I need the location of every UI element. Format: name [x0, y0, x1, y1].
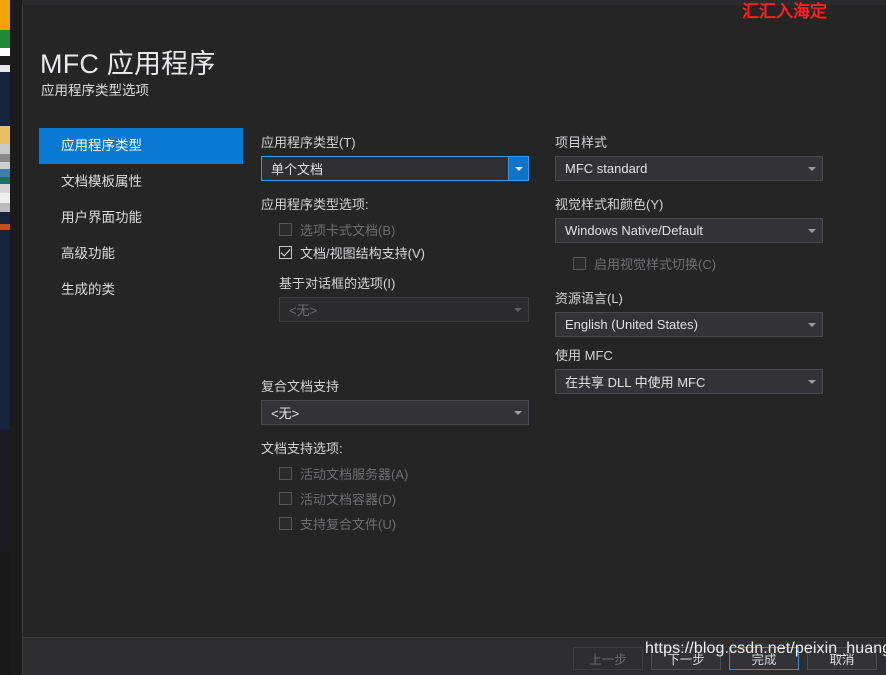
checkbox-document-view-architecture[interactable]: 文档/视图结构支持(V): [279, 241, 529, 264]
checkbox-active-document-container-label: 活动文档容器(D): [300, 492, 397, 507]
checkbox-active-document-container[interactable]: 活动文档容器(D): [279, 487, 529, 510]
sidebar-item-advanced-features[interactable]: 高级功能: [39, 236, 243, 272]
resource-language-label: 资源语言(L): [555, 291, 623, 306]
checkbox-document-view-label: 文档/视图结构支持(V): [300, 246, 425, 261]
left-options-pane: 应用程序类型(T) 单个文档 应用程序类型选项: 选项卡式文档(B) 文档/视图…: [261, 132, 529, 535]
compound-document-support-label: 复合文档支持: [261, 379, 340, 394]
chevron-down-icon[interactable]: [802, 313, 822, 336]
project-style-combobox[interactable]: MFC standard: [555, 156, 823, 181]
sidebar-item-application-type[interactable]: 应用程序类型: [39, 128, 243, 164]
visual-style-label: 视觉样式和颜色(Y): [555, 197, 664, 212]
dialog-based-options-label: 基于对话框的选项(I): [279, 276, 396, 291]
chevron-down-icon[interactable]: [508, 401, 528, 424]
page-title: MFC 应用程序: [40, 49, 216, 79]
use-mfc-label: 使用 MFC: [555, 348, 613, 363]
document-support-options-label: 文档支持选项:: [261, 441, 343, 456]
checkbox-box-icon: [573, 257, 586, 270]
back-button[interactable]: 上一步: [573, 647, 643, 670]
chevron-down-icon[interactable]: [508, 157, 528, 180]
application-type-value: 单个文档: [271, 162, 324, 177]
checkbox-compound-files-label: 支持复合文件(U): [300, 517, 397, 532]
project-style-value: MFC standard: [565, 161, 648, 176]
application-type-options-label: 应用程序类型选项:: [261, 197, 369, 212]
chevron-down-icon[interactable]: [802, 219, 822, 242]
visual-style-value: Windows Native/Default: [565, 223, 703, 238]
chevron-down-icon[interactable]: [802, 157, 822, 180]
right-options-pane: 项目样式 MFC standard 视觉样式和颜色(Y) Windows Nat…: [555, 132, 823, 394]
chevron-down-icon[interactable]: [802, 370, 822, 393]
sidebar-item-document-template-properties[interactable]: 文档模板属性: [39, 164, 243, 200]
checkbox-checked-icon: [279, 246, 292, 259]
checkbox-active-document-server-label: 活动文档服务器(A): [300, 467, 409, 482]
dialog-based-options-value: <无>: [289, 303, 318, 318]
screen: MFC 应用程序 应用程序类型选项 应用程序类型 文档模板属性 用户界面功能 高…: [0, 0, 886, 675]
checkbox-box-icon: [279, 517, 292, 530]
checkbox-active-document-server[interactable]: 活动文档服务器(A): [279, 462, 529, 485]
dialog-based-options-combobox[interactable]: <无>: [279, 297, 529, 322]
checkbox-tabbed-document-label: 选项卡式文档(B): [300, 223, 396, 238]
background-window-sliver: [0, 0, 10, 675]
checkbox-box-icon: [279, 223, 292, 236]
page-subtitle: 应用程序类型选项: [41, 83, 149, 98]
checkbox-box-icon: [279, 467, 292, 480]
wizard-sidebar: 应用程序类型 文档模板属性 用户界面功能 高级功能 生成的类: [39, 128, 243, 308]
sidebar-item-user-interface-features[interactable]: 用户界面功能: [39, 200, 243, 236]
chevron-down-icon[interactable]: [508, 298, 528, 321]
checkbox-tabbed-document[interactable]: 选项卡式文档(B): [279, 218, 529, 241]
checkbox-box-icon: [279, 492, 292, 505]
project-style-label: 项目样式: [555, 135, 608, 150]
use-mfc-value: 在共享 DLL 中使用 MFC: [565, 375, 706, 390]
compound-document-support-value: <无>: [271, 406, 300, 421]
red-overlay-text: 汇汇入海定: [742, 2, 827, 21]
mfc-wizard-dialog: MFC 应用程序 应用程序类型选项 应用程序类型 文档模板属性 用户界面功能 高…: [22, 0, 886, 675]
checkbox-compound-files[interactable]: 支持复合文件(U): [279, 512, 529, 535]
resource-language-combobox[interactable]: English (United States): [555, 312, 823, 337]
application-type-combobox[interactable]: 单个文档: [261, 156, 529, 181]
visual-style-combobox[interactable]: Windows Native/Default: [555, 218, 823, 243]
watermark-url: https://blog.csdn.net/peixin_huang: [645, 640, 886, 657]
checkbox-enable-visual-style-switching[interactable]: 启用视觉样式切换(C): [573, 252, 823, 275]
resource-language-value: English (United States): [565, 317, 698, 332]
application-type-label: 应用程序类型(T): [261, 135, 356, 150]
sidebar-item-generated-classes[interactable]: 生成的类: [39, 272, 243, 308]
checkbox-enable-visual-style-switching-label: 启用视觉样式切换(C): [594, 257, 717, 272]
compound-document-support-combobox[interactable]: <无>: [261, 400, 529, 425]
use-mfc-combobox[interactable]: 在共享 DLL 中使用 MFC: [555, 369, 823, 394]
